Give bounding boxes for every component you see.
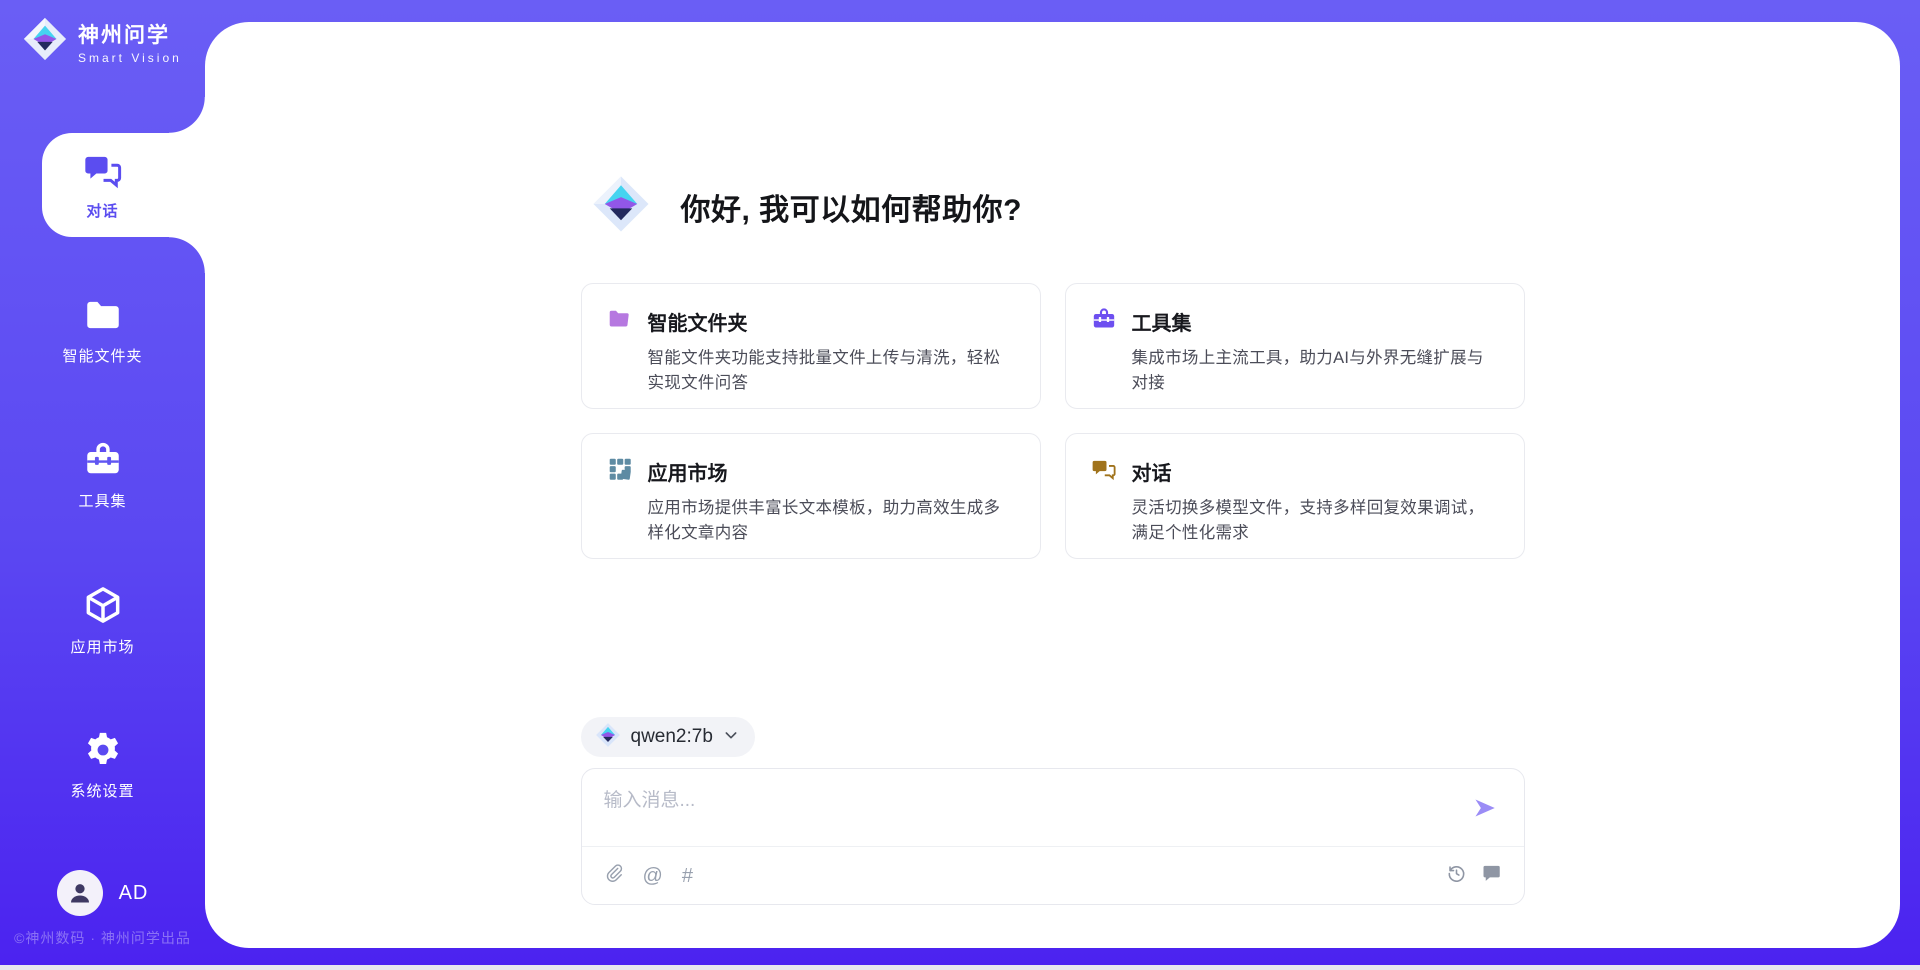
card-chat[interactable]: 对话 灵活切换多模型文件，支持多样回复效果调试，满足个性化需求 bbox=[1065, 433, 1525, 559]
avatar bbox=[57, 870, 103, 916]
chat-icon bbox=[1091, 456, 1117, 487]
model-diamond-icon bbox=[595, 722, 621, 753]
chevron-down-icon bbox=[723, 727, 739, 748]
model-selector[interactable]: qwen2:7b bbox=[581, 717, 755, 757]
cube-icon bbox=[81, 583, 125, 627]
folder-icon bbox=[607, 306, 633, 337]
sidebar-item-label: 工具集 bbox=[78, 490, 126, 511]
user-profile[interactable]: AD bbox=[0, 866, 205, 920]
model-name: qwen2:7b bbox=[631, 726, 713, 748]
send-icon[interactable] bbox=[1472, 795, 1498, 826]
app-window: 神州问学 Smart Vision 对话 智能文件夹 bbox=[0, 0, 1920, 970]
sidebar-item-toolset[interactable]: 工具集 bbox=[0, 423, 205, 527]
greeting-diamond-icon bbox=[591, 174, 651, 239]
sidebar: 神州问学 Smart Vision 对话 智能文件夹 bbox=[0, 0, 205, 970]
main-panel: 你好, 我可以如何帮助你? 智能文件夹 智能文件夹功能支持批量文件上传与清洗，轻… bbox=[205, 22, 1900, 948]
copyright-text: ©神州数码 · 神州问学出品 bbox=[0, 928, 205, 948]
sidebar-item-chat[interactable]: 对话 bbox=[0, 133, 205, 237]
apps-icon bbox=[607, 456, 633, 487]
composer: qwen2:7b bbox=[581, 717, 1525, 905]
brand-diamond-icon bbox=[22, 16, 68, 67]
card-smart-folder[interactable]: 智能文件夹 智能文件夹功能支持批量文件上传与清洗，轻松实现文件问答 bbox=[581, 283, 1041, 409]
brand-name: 神州问学 bbox=[78, 19, 182, 49]
message-input[interactable] bbox=[604, 785, 1444, 841]
gear-icon bbox=[82, 729, 124, 771]
card-description: 智能文件夹功能支持批量文件上传与清洗，轻松实现文件问答 bbox=[648, 346, 1015, 396]
attachment-icon[interactable] bbox=[604, 863, 624, 888]
mention-icon[interactable]: @ bbox=[643, 866, 663, 886]
card-description: 集成市场上主流工具，助力AI与外界无缝扩展与对接 bbox=[1132, 346, 1499, 396]
toolbox-icon bbox=[1091, 306, 1117, 337]
feature-cards: 智能文件夹 智能文件夹功能支持批量文件上传与清洗，轻松实现文件问答 bbox=[581, 283, 1525, 559]
sidebar-item-smart-folder[interactable]: 智能文件夹 bbox=[0, 278, 205, 382]
sidebar-item-label: 应用市场 bbox=[70, 636, 134, 657]
toolbox-icon bbox=[82, 439, 124, 481]
sidebar-item-label: 系统设置 bbox=[70, 780, 134, 801]
card-title: 应用市场 bbox=[648, 457, 728, 486]
card-title: 对话 bbox=[1132, 457, 1172, 486]
card-toolset[interactable]: 工具集 集成市场上主流工具，助力AI与外界无缝扩展与对接 bbox=[1065, 283, 1525, 409]
message-input-box: @ # bbox=[581, 768, 1525, 905]
folder-icon bbox=[82, 294, 124, 336]
brand-subtitle: Smart Vision bbox=[78, 51, 182, 65]
message-icon[interactable] bbox=[1482, 863, 1502, 888]
sidebar-item-label: 智能文件夹 bbox=[62, 345, 142, 366]
sidebar-item-label: 对话 bbox=[86, 200, 118, 221]
user-initials: AD bbox=[119, 882, 149, 905]
card-app-market[interactable]: 应用市场 应用市场提供丰富长文本模板，助力高效生成多样化文章内容 bbox=[581, 433, 1041, 559]
card-description: 应用市场提供丰富长文本模板，助力高效生成多样化文章内容 bbox=[648, 496, 1015, 546]
greeting-title: 你好, 我可以如何帮助你? bbox=[681, 185, 1023, 229]
card-title: 智能文件夹 bbox=[648, 307, 748, 336]
brand-logo: 神州问学 Smart Vision bbox=[22, 16, 182, 67]
card-description: 灵活切换多模型文件，支持多样回复效果调试，满足个性化需求 bbox=[1132, 496, 1499, 546]
sidebar-item-settings[interactable]: 系统设置 bbox=[0, 713, 205, 817]
card-title: 工具集 bbox=[1132, 307, 1192, 336]
chat-icon bbox=[82, 149, 124, 191]
bottom-scrollbar-track[interactable] bbox=[0, 965, 1920, 970]
greeting: 你好, 我可以如何帮助你? bbox=[581, 174, 1525, 239]
history-icon[interactable] bbox=[1446, 863, 1467, 889]
hashtag-icon[interactable]: # bbox=[682, 866, 693, 886]
sidebar-item-app-market[interactable]: 应用市场 bbox=[0, 568, 205, 672]
